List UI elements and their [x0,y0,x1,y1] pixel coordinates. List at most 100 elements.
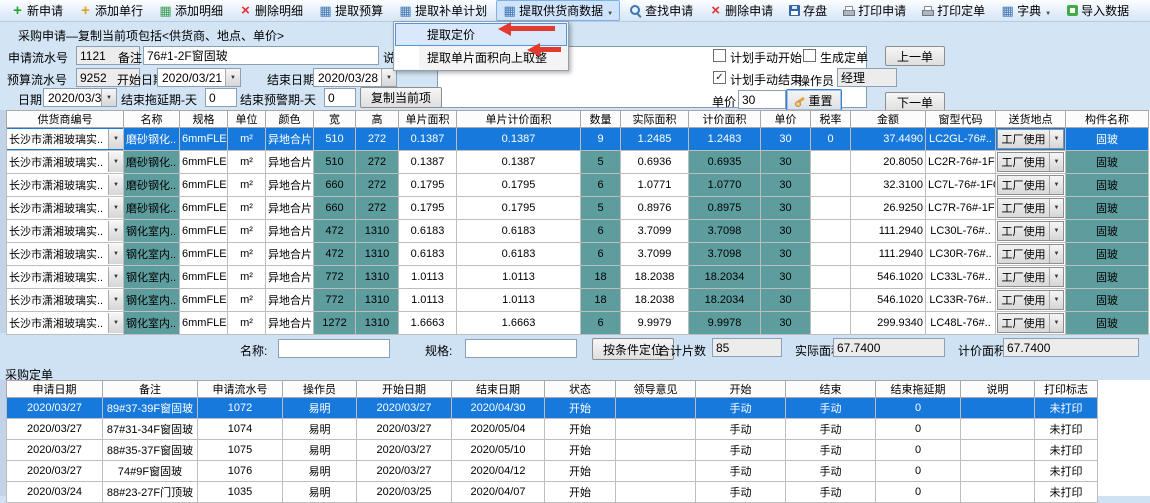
grid-cell[interactable]: 长沙市潇湘玻璃实.. [7,243,124,266]
grid-cell[interactable]: 工厂使用 [996,312,1066,335]
grid-cell[interactable]: 30 [761,312,811,335]
grid-cell[interactable] [616,461,696,482]
grid-cell[interactable]: 手动 [786,461,876,482]
grid-cell[interactable]: LC7R-76#-1FO [926,197,996,220]
column-header[interactable]: 开始 [696,381,786,398]
grid-cell[interactable]: 9.9979 [621,312,689,335]
grid-cell[interactable]: 1.0113 [399,266,457,289]
grid-cell[interactable]: m² [228,197,266,220]
grid-cell[interactable]: 18.2038 [621,266,689,289]
dropdown-arrow-icon[interactable] [1049,291,1063,309]
toolbar-button[interactable]: 删除申请 [702,0,780,21]
grid-cell[interactable]: 2020/04/07 [452,482,545,503]
grid-cell[interactable]: 异地合片 [266,174,314,197]
table-row[interactable]: 2020/03/2488#23-27F门顶玻1035易明2020/03/2520… [7,482,1098,503]
name-filter-input[interactable] [278,339,390,358]
toolbar-button[interactable]: 提取供货商数据 [496,0,620,21]
column-header[interactable]: 单片面积 [399,111,457,128]
grid-cell[interactable]: 开始 [545,419,616,440]
previous-order-button[interactable]: 上一单 [885,46,945,66]
grid-cell[interactable]: 1310 [356,243,399,266]
table-row[interactable]: 2020/03/2789#37-39F窗固玻1072易明2020/03/2720… [7,398,1098,419]
grid-cell[interactable]: 0.1795 [457,174,581,197]
dropdown-arrow-icon[interactable] [108,221,123,241]
toolbar-button[interactable]: 添加单行 [72,0,150,21]
grid-cell[interactable]: m² [228,312,266,335]
dropdown-arrow-icon[interactable] [1049,268,1063,286]
grid-cell[interactable]: 异地合片 [266,197,314,220]
grid-cell[interactable]: 272 [356,174,399,197]
toolbar-button[interactable]: 存盘 [782,0,834,21]
grid-cell[interactable]: 1.0770 [689,174,761,197]
grid-cell[interactable]: 510 [314,128,356,151]
grid-cell[interactable] [616,482,696,503]
grid-cell[interactable]: 手动 [696,461,786,482]
grid-cell[interactable]: 1.0113 [457,289,581,312]
grid-cell[interactable]: 2020/03/27 [7,461,103,482]
grid-cell[interactable]: 6mmFLE.. [180,151,228,174]
grid-cell[interactable]: 手动 [786,398,876,419]
grid-cell[interactable]: 2020/04/12 [452,461,545,482]
grid-cell[interactable]: 6 [581,220,621,243]
supplier-combobox[interactable]: 长沙市潇湘玻璃实.. [7,175,123,195]
grid-cell[interactable]: 磨砂钢化.. [124,197,180,220]
next-order-button[interactable]: 下一单 [885,92,945,112]
grid-cell[interactable]: 546.1020 [851,266,926,289]
grid-cell[interactable]: 30 [761,197,811,220]
grid-cell[interactable]: 工厂使用 [996,197,1066,220]
column-header[interactable]: 操作员 [283,381,357,398]
dropdown-arrow-icon[interactable] [108,129,123,149]
column-header[interactable]: 颜色 [266,111,314,128]
grid-cell[interactable]: 钢化室内.. [124,220,180,243]
column-header[interactable]: 单片计价面积 [457,111,581,128]
grid-cell[interactable]: 长沙市潇湘玻璃实.. [7,266,124,289]
toolbar-button[interactable]: 提取预算 [312,0,390,21]
grid-cell[interactable]: 272 [356,151,399,174]
grid-cell[interactable]: 1.2483 [689,128,761,151]
start-date-combobox[interactable]: 2020/03/21 [157,68,241,87]
grid-cell[interactable]: 2020/05/10 [452,440,545,461]
grid-cell[interactable]: 开始 [545,440,616,461]
grid-cell[interactable]: 88#23-27F门顶玻 [103,482,198,503]
grid-cell[interactable]: 6mmFLE.. [180,289,228,312]
grid-cell[interactable]: 钢化室内.. [124,243,180,266]
grid-cell[interactable]: 易明 [283,482,357,503]
grid-cell[interactable]: 钢化室内.. [124,312,180,335]
grid-cell[interactable]: 0.6183 [399,220,457,243]
grid-cell[interactable]: 长沙市潇湘玻璃实.. [7,220,124,243]
grid-cell[interactable] [961,440,1035,461]
grid-cell[interactable]: 26.9250 [851,197,926,220]
grid-cell[interactable]: 开始 [545,482,616,503]
grid-cell[interactable]: 1310 [356,312,399,335]
supplier-combobox[interactable]: 长沙市潇湘玻璃实.. [7,267,123,287]
grid-cell[interactable]: LC33L-76#.. [926,266,996,289]
grid-cell[interactable]: 6mmFLE.. [180,266,228,289]
grid-cell[interactable]: 299.9340 [851,312,926,335]
table-row[interactable]: 长沙市潇湘玻璃实..磨砂钢化..6mmFLE..m²异地合片6602720.17… [7,197,1149,220]
grid-cell[interactable] [961,461,1035,482]
delivery-location-dropdown[interactable]: 工厂使用 [997,221,1064,241]
grid-cell[interactable]: 固玻 [1066,289,1149,312]
grid-cell[interactable] [811,197,851,220]
grid-cell[interactable]: 长沙市潇湘玻璃实.. [7,312,124,335]
grid-cell[interactable]: 磨砂钢化.. [124,128,180,151]
grid-cell[interactable]: 1.2485 [621,128,689,151]
grid-cell[interactable]: m² [228,128,266,151]
grid-cell[interactable] [811,174,851,197]
grid-cell[interactable]: 2020/03/27 [357,440,452,461]
grid-cell[interactable]: 手动 [696,482,786,503]
delivery-location-dropdown[interactable]: 工厂使用 [997,175,1064,195]
dropdown-arrow-icon[interactable] [1049,176,1063,194]
table-row[interactable]: 长沙市潇湘玻璃实..磨砂钢化..6mmFLE..m²异地合片6602720.17… [7,174,1149,197]
table-row[interactable]: 长沙市潇湘玻璃实..磨砂钢化..6mmFLE..m²异地合片5102720.13… [7,128,1149,151]
grid-cell[interactable]: LC2R-76#-1F [926,151,996,174]
grid-cell[interactable]: 0 [876,419,961,440]
grid-cell[interactable]: 6mmFLE.. [180,220,228,243]
remark-input[interactable] [143,46,379,65]
operator-input[interactable] [837,68,897,87]
grid-cell[interactable]: 未打印 [1035,461,1098,482]
delivery-location-dropdown[interactable]: 工厂使用 [997,313,1064,333]
grid-cell[interactable]: 2020/03/27 [7,419,103,440]
grid-cell[interactable]: 2020/05/04 [452,419,545,440]
grid-cell[interactable]: 手动 [696,419,786,440]
